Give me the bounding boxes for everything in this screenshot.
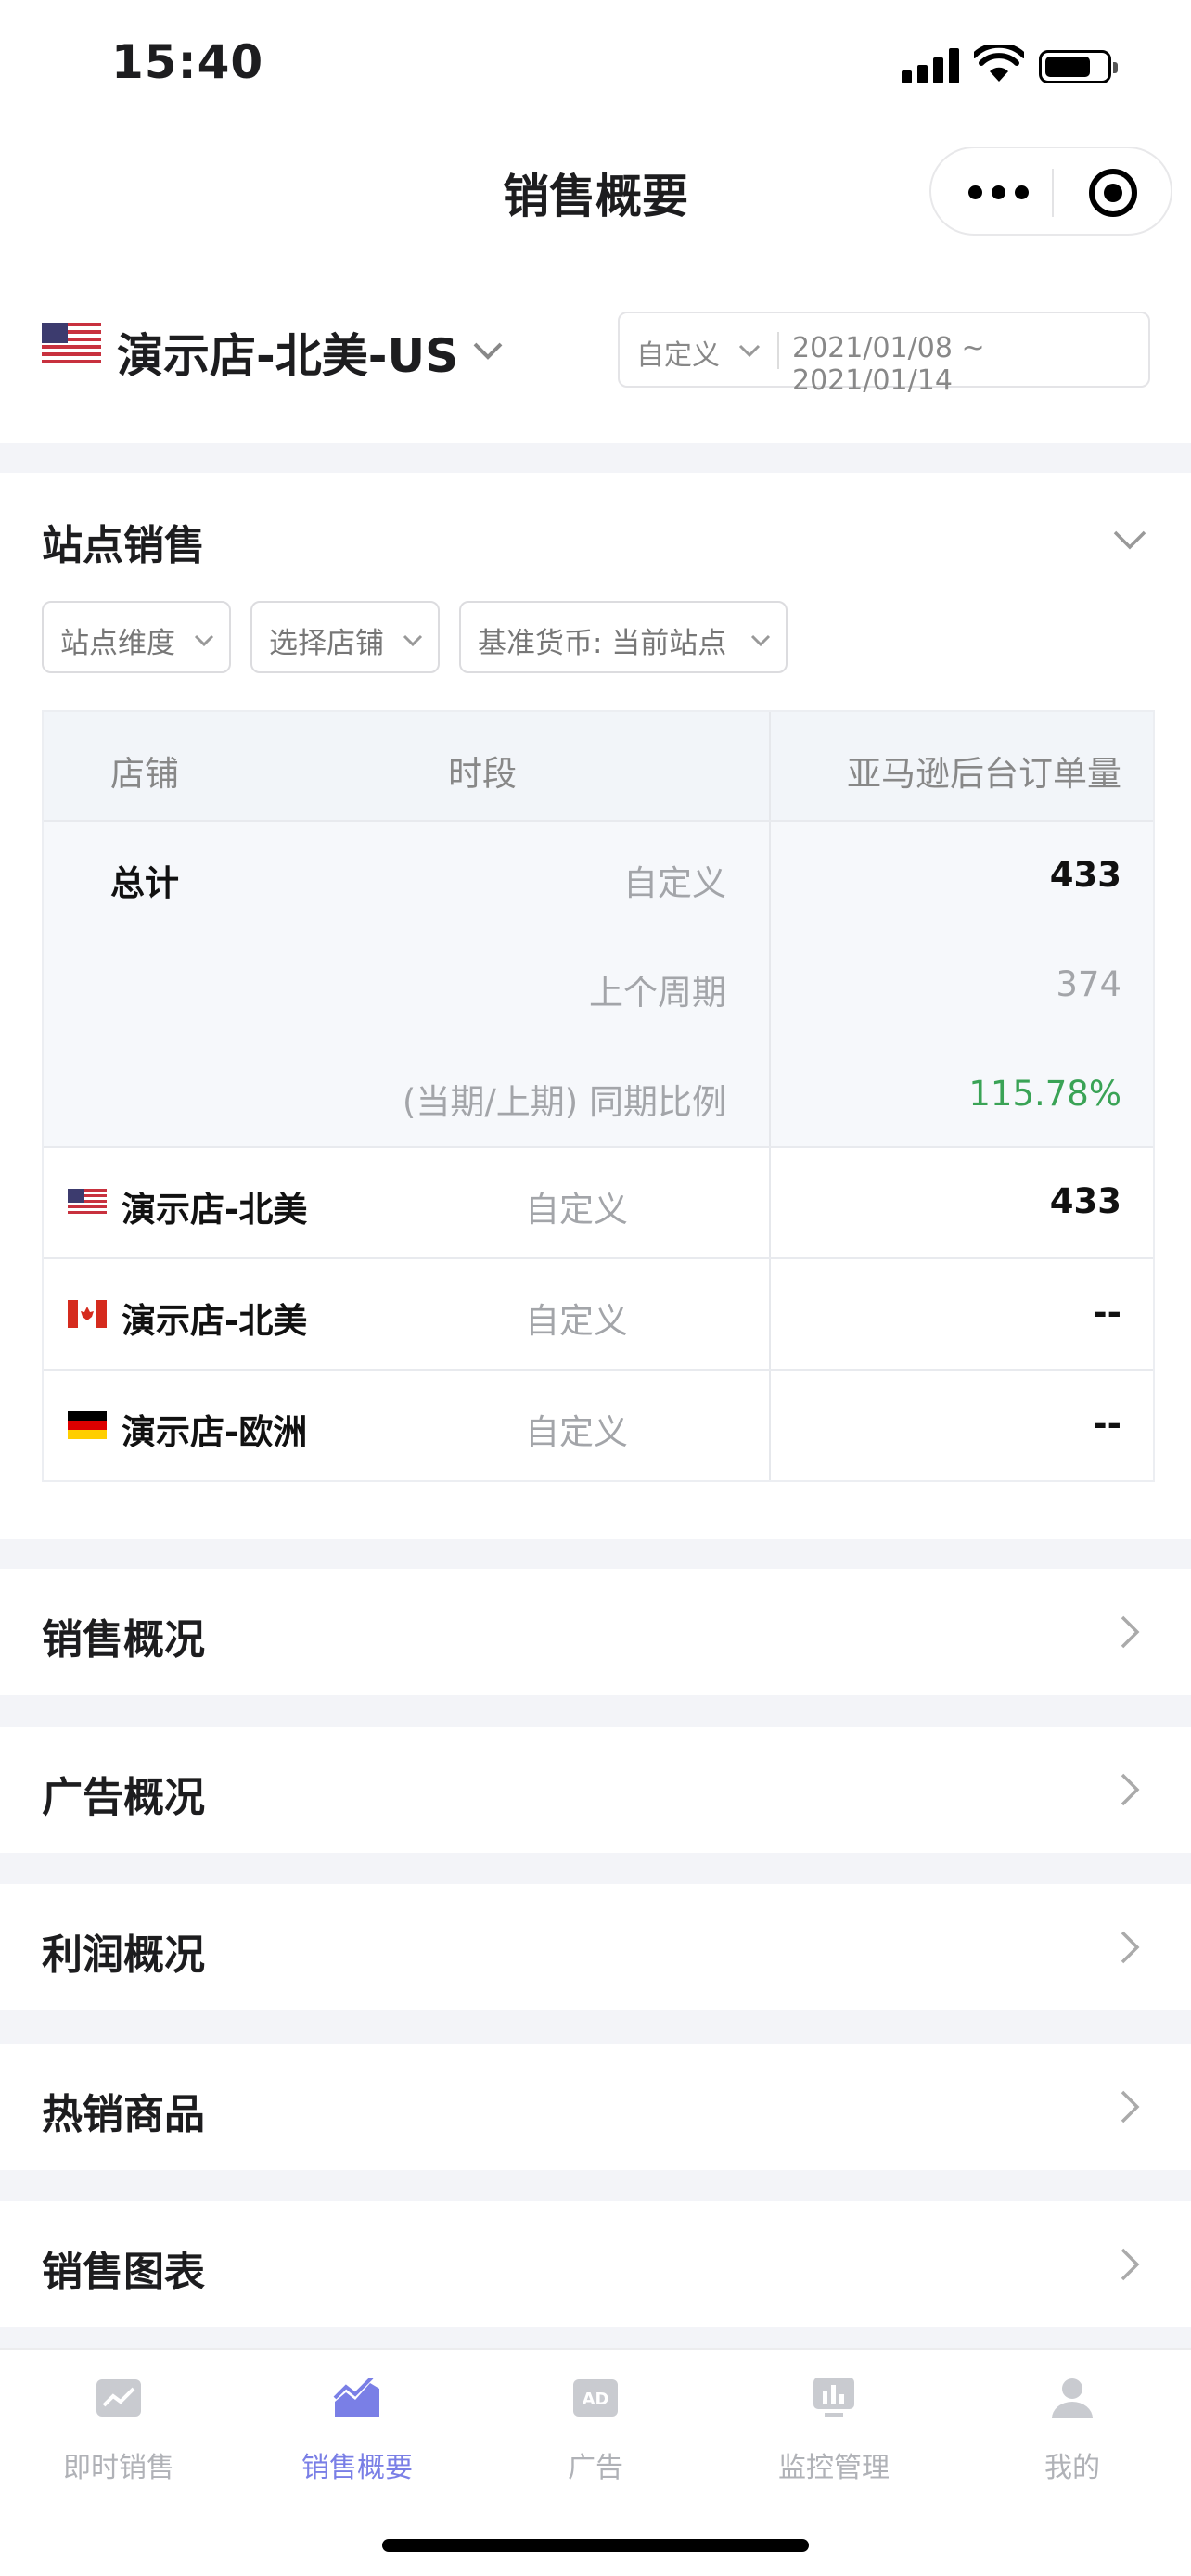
store-row-value: -- <box>1093 1404 1121 1444</box>
ratio-value: 115.78% <box>968 1074 1121 1114</box>
us-flag-icon <box>42 323 101 363</box>
store-row-value: -- <box>1093 1293 1121 1333</box>
chevron-right-icon <box>1121 1773 1140 1806</box>
signal-icon <box>902 48 959 83</box>
total-period: 自定义 <box>623 863 726 903</box>
section-sales-overview[interactable]: 销售概况 <box>0 1569 1191 1695</box>
col-header-period: 时段 <box>448 754 517 794</box>
close-target-icon[interactable] <box>1089 169 1137 217</box>
wifi-icon <box>974 45 1024 82</box>
chevron-right-icon <box>1121 1931 1140 1964</box>
battery-icon <box>1039 50 1118 83</box>
section-profit-overview[interactable]: 利润概况 <box>0 1884 1191 2010</box>
site-sales-title: 站点销售 <box>42 522 205 569</box>
section-hot-products[interactable]: 热销商品 <box>0 2044 1191 2170</box>
tab-realtime-sales[interactable]: 即时销售 <box>17 2378 221 2507</box>
ad-icon: AD <box>573 2379 618 2417</box>
divider <box>0 2170 1191 2201</box>
store-row-period: 自定义 <box>525 1190 628 1230</box>
date-range[interactable]: 2021/01/08 ~ 2021/01/14 <box>792 332 1148 397</box>
section-sales-charts[interactable]: 销售图表 <box>0 2201 1191 2327</box>
total-value: 433 <box>1049 855 1121 895</box>
chevron-right-icon <box>1121 2248 1140 2281</box>
chevron-right-icon <box>1121 2090 1140 2123</box>
tab-sales-summary[interactable]: 销售概要 <box>255 2378 459 2507</box>
divider <box>0 443 1191 473</box>
store-selector[interactable]: 演示店-北美-US <box>117 319 458 386</box>
currency-filter[interactable]: 基准货币: 当前站点 <box>459 601 788 673</box>
bar-chart-icon <box>813 2378 854 2417</box>
status-time: 15:40 <box>111 35 264 89</box>
tab-ads[interactable]: AD 广告 <box>493 2378 698 2507</box>
site-sales-table: 店铺 时段 亚马逊后台订单量 总计 自定义 433 上个周期 374 (当期/上… <box>42 710 1155 1482</box>
chevron-down-icon[interactable] <box>1109 519 1150 560</box>
divider <box>0 2010 1191 2044</box>
store-row-period: 自定义 <box>525 1412 628 1452</box>
more-icon[interactable] <box>967 176 1031 210</box>
chevron-down-icon <box>750 634 771 647</box>
tab-monitor[interactable]: 监控管理 <box>732 2378 936 2507</box>
prev-period: 上个周期 <box>589 973 726 1013</box>
store-row-period: 自定义 <box>525 1301 628 1341</box>
chevron-down-icon <box>403 634 423 647</box>
prev-value: 374 <box>1056 964 1121 1004</box>
chevron-down-icon <box>194 634 214 647</box>
area-chart-icon <box>333 2378 379 2417</box>
site-dimension-filter[interactable]: 站点维度 <box>42 601 231 673</box>
divider <box>0 1695 1191 1727</box>
section-ad-overview[interactable]: 广告概况 <box>0 1727 1191 1853</box>
status-bar: 15:40 <box>0 0 1191 130</box>
store-row-value: 433 <box>1049 1181 1121 1221</box>
divider <box>0 2327 1191 2348</box>
mini-program-capsule <box>929 147 1172 236</box>
date-filter[interactable]: 自定义 2021/01/08 ~ 2021/01/14 <box>618 312 1150 397</box>
divider <box>0 1853 1191 1884</box>
home-indicator <box>382 2539 809 2552</box>
chevron-right-icon <box>1121 1615 1140 1649</box>
date-mode[interactable]: 自定义 <box>636 332 720 373</box>
ratio-label: (当期/上期) 同期比例 <box>402 1082 726 1122</box>
tab-mine[interactable]: 我的 <box>970 2378 1174 2507</box>
line-chart-icon <box>96 2379 141 2417</box>
svg-text:AD: AD <box>583 2390 609 2409</box>
chevron-down-icon[interactable] <box>471 334 505 367</box>
col-header-orders: 亚马逊后台订单量 <box>847 754 1121 794</box>
divider <box>0 1539 1191 1569</box>
user-icon <box>1052 2378 1093 2418</box>
col-header-store: 店铺 <box>110 754 179 794</box>
store-filter[interactable]: 选择店铺 <box>250 601 440 673</box>
chevron-down-icon <box>738 344 761 358</box>
